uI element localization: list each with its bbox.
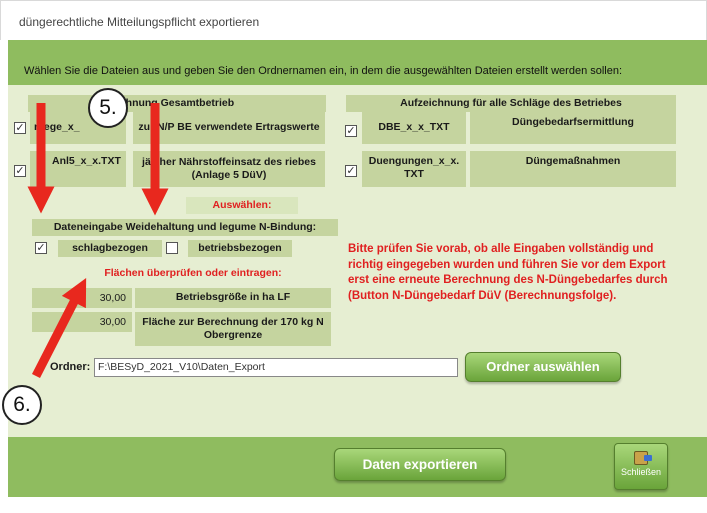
- flaeche-170kg-input[interactable]: 30,00: [32, 312, 132, 332]
- betriebsgroesse-input[interactable]: 30,00: [32, 288, 132, 308]
- betriebsgroesse-label: Betriebsgröße in ha LF: [135, 288, 331, 308]
- desc-anl5: jä cher Nährstoffeinsatz des riebes (Anl…: [133, 151, 325, 187]
- daten-exportieren-button[interactable]: Daten exportieren: [334, 448, 506, 481]
- checkbox-anl5[interactable]: ✓: [14, 165, 26, 177]
- callout-6: 6.: [2, 385, 42, 425]
- schlaege-header: Aufzeichnung für alle Schläge des Betrie…: [346, 95, 676, 112]
- gesamtbetrieb-header: chnung Gesamtbetrieb: [28, 95, 326, 112]
- window-title: düngerechtliche Mitteilungspflicht expor…: [19, 15, 260, 29]
- title-bar: düngerechtliche Mitteilungspflicht expor…: [0, 0, 707, 40]
- main-panel: chnung Gesamtbetrieb ✓ raege_x_ zur N/P …: [8, 85, 707, 437]
- desc-duengungen: Düngemaßnahmen: [470, 151, 676, 187]
- instruction-text: Wählen Sie die Dateien aus und geben Sie…: [24, 65, 623, 77]
- file-duengungen: Duengungen_x_x.TXT: [362, 151, 466, 187]
- file-anl5: Anl5_x_x.TXT: [30, 151, 126, 187]
- ordner-path-input[interactable]: F:\BESyD_2021_V10\Daten_Export: [94, 358, 458, 377]
- warning-text: Bitte prüfen Sie vorab, ob alle Eingaben…: [348, 243, 668, 302]
- auswaehlen-label: Auswählen:: [186, 197, 298, 214]
- bottom-strip: [0, 497, 707, 513]
- file-dbe: DBE_x_x_TXT: [362, 112, 466, 144]
- checkbox-dbe[interactable]: ✓: [345, 125, 357, 137]
- checkbox-ertraege[interactable]: ✓: [14, 122, 26, 134]
- checkbox-schlagbezogen[interactable]: ✓: [35, 242, 47, 254]
- schliessen-button[interactable]: Schließen: [614, 443, 668, 490]
- footer-bar: Daten exportieren Schließen: [8, 437, 707, 497]
- checkbox-betriebsbezogen[interactable]: [166, 242, 178, 254]
- betriebsbezogen-label: betriebsbezogen: [188, 240, 292, 257]
- exit-door-icon: [634, 451, 652, 465]
- ordner-label: Ordner:: [50, 361, 91, 373]
- ordner-auswaehlen-button[interactable]: Ordner auswählen: [465, 352, 621, 382]
- flaechen-label: Flächen überprüfen oder eintragen:: [104, 267, 282, 279]
- weidehaltung-header: Dateneingabe Weidehaltung und legume N-B…: [32, 219, 338, 236]
- schliessen-label: Schließen: [620, 467, 662, 477]
- desc-dbe: Düngebedarfsermittlung: [470, 112, 676, 144]
- checkbox-duengungen[interactable]: ✓: [345, 165, 357, 177]
- callout-5: 5.: [88, 88, 128, 128]
- instruction-bar: Wählen Sie die Dateien aus und geben Sie…: [8, 40, 707, 85]
- desc-ertraege: zur N/P BE verwendete Ertragswerte: [133, 112, 325, 144]
- flaeche-170kg-label: Fläche zur Berechnung der 170 kg N Oberg…: [135, 312, 331, 346]
- schlagbezogen-label: schlagbezogen: [58, 240, 162, 257]
